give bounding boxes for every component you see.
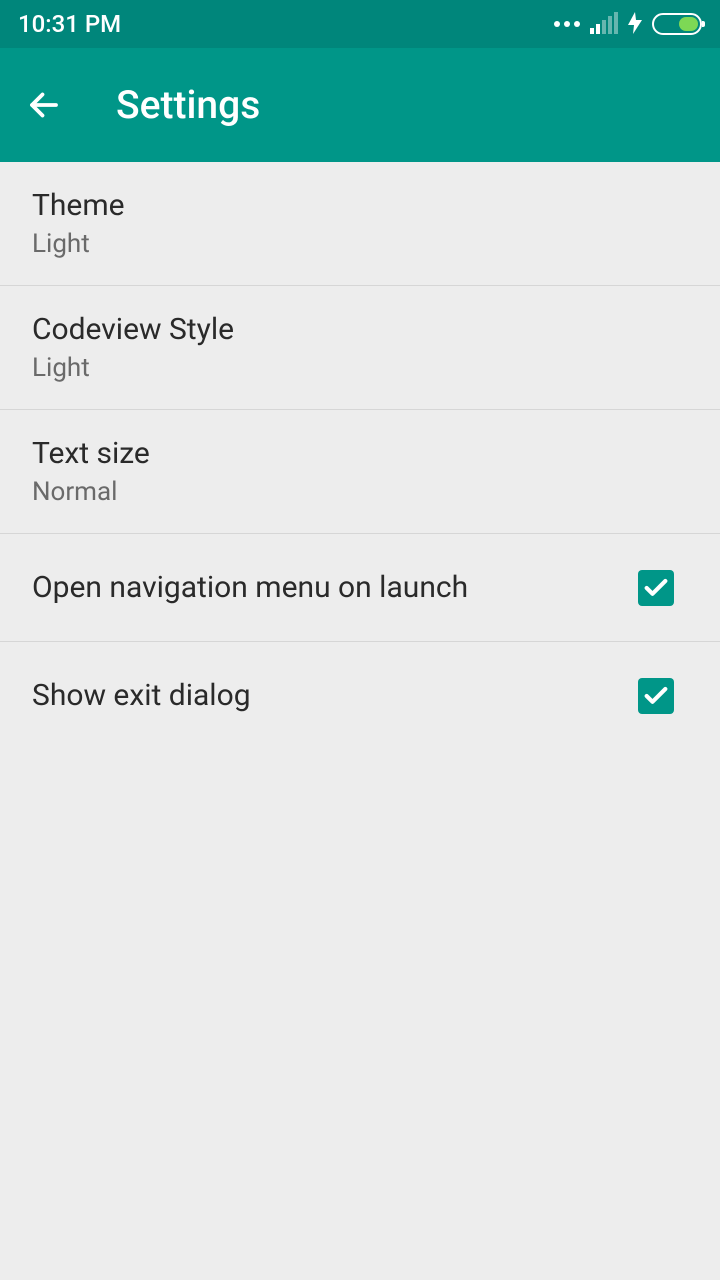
status-icons [554,12,702,37]
setting-textsize-title: Text size [32,436,150,471]
setting-codeview-title: Codeview Style [32,312,234,347]
arrow-left-icon [26,87,62,123]
setting-open-nav[interactable]: Open navigation menu on launch [0,534,720,642]
setting-textsize[interactable]: Text size Normal [0,410,720,534]
more-dots-icon [554,21,580,27]
app-bar: Settings [0,48,720,162]
setting-exit-dialog[interactable]: Show exit dialog [0,642,720,749]
signal-icon [590,14,618,34]
setting-exit-dialog-title: Show exit dialog [32,668,251,723]
settings-list: Theme Light Codeview Style Light Text si… [0,162,720,749]
setting-theme-title: Theme [32,188,125,223]
setting-codeview-value: Light [32,353,234,383]
status-bar: 10:31 PM [0,0,720,48]
check-icon [642,574,670,602]
setting-theme-value: Light [32,229,125,259]
back-button[interactable] [20,81,68,129]
battery-icon [652,13,702,35]
setting-codeview[interactable]: Codeview Style Light [0,286,720,410]
setting-theme[interactable]: Theme Light [0,162,720,286]
check-icon [642,682,670,710]
exit-dialog-checkbox[interactable] [638,678,674,714]
open-nav-checkbox[interactable] [638,570,674,606]
charging-icon [628,12,642,37]
page-title: Settings [116,82,260,128]
setting-textsize-value: Normal [32,477,150,507]
status-time: 10:31 PM [18,10,121,38]
setting-open-nav-title: Open navigation menu on launch [32,560,468,615]
